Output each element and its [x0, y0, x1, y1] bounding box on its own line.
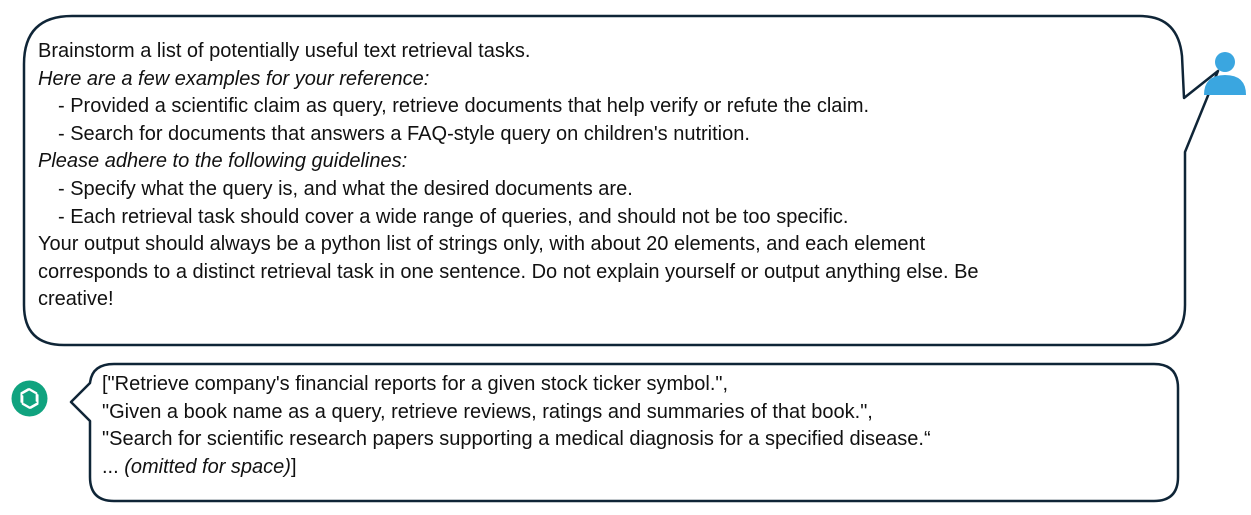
user-message-line: - Search for documents that answers a FA…: [58, 122, 750, 145]
assistant-message-last-line: ... (omitted for space)]: [102, 454, 931, 482]
user-message-line: Brainstorm a list of potentially useful …: [38, 40, 531, 62]
assistant-message-line: "Given a book name as a query, retrieve …: [102, 400, 873, 423]
user-message-line: Here are a few examples for your referen…: [38, 67, 430, 90]
user-message-line: creative!: [38, 288, 114, 311]
assistant-message-line: "Search for scientific research papers s…: [102, 428, 931, 451]
user-message-line: - Each retrieval task should cover a wid…: [58, 205, 849, 228]
user-message: Brainstorm a list of potentially useful …: [38, 38, 979, 314]
user-message-line: - Provided a scientific claim as query, …: [58, 95, 870, 118]
user-message-line: Please adhere to the following guideline…: [38, 150, 408, 173]
closing-bracket: ]: [290, 455, 297, 478]
user-message-line: - Specify what the query is, and what th…: [58, 177, 633, 200]
chatgpt-logo-icon: [11, 380, 48, 417]
user-message-line: corresponds to a distinct retrieval task…: [38, 260, 979, 283]
omitted-note: (omitted for space): [124, 455, 291, 478]
user-message-line: Your output should always be a python li…: [38, 233, 926, 256]
assistant-message-line: ["Retrieve company's financial reports f…: [102, 373, 729, 395]
assistant-message: ["Retrieve company's financial reports f…: [102, 371, 931, 481]
user-avatar-icon: [1204, 52, 1246, 95]
ellipsis-text: ...: [102, 455, 125, 478]
